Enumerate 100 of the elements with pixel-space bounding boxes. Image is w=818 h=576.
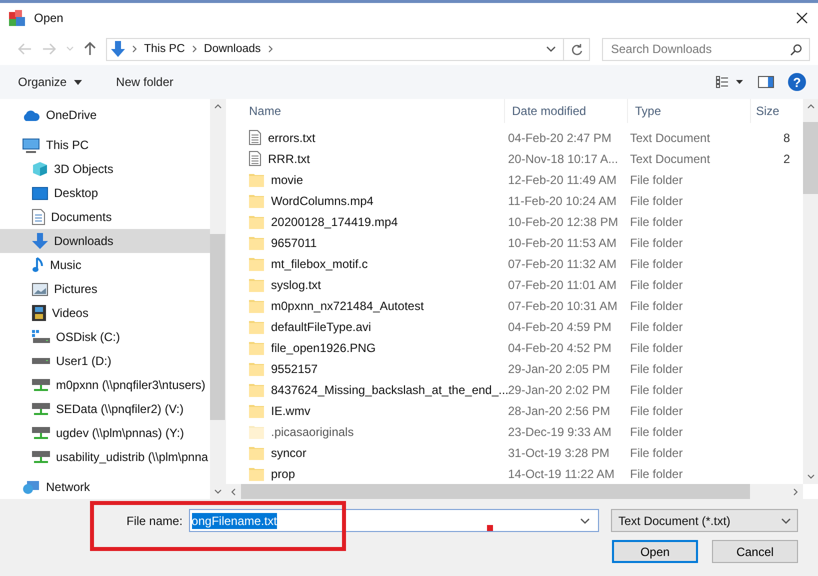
address-bar[interactable]: This PC Downloads [106, 38, 590, 60]
scroll-left-icon[interactable] [231, 488, 236, 496]
dropdown-caret-icon[interactable] [546, 46, 556, 52]
scroll-down-icon[interactable] [806, 474, 814, 479]
file-name[interactable]: errors.txt [268, 130, 316, 144]
file-name[interactable]: movie [271, 172, 304, 186]
file-name[interactable]: WordColumns.mp4 [271, 194, 374, 208]
sidebar-item[interactable]: Documents [0, 205, 210, 229]
file-name[interactable]: IE.wmv [271, 404, 310, 418]
help-icon[interactable]: ? [788, 73, 806, 91]
date-modified-cell-text: 31-Oct-19 3:28 PM [507, 446, 610, 460]
sidebar-item-label: This PC [46, 138, 89, 152]
folder-icon [249, 236, 264, 250]
file-size-cell: 8 [783, 130, 790, 144]
sidebar-item-label: OneDrive [46, 108, 97, 122]
dropdown-caret-icon[interactable] [580, 518, 590, 524]
scrollbar-thumb[interactable] [241, 484, 750, 499]
cube-icon [32, 161, 48, 177]
file-name-field[interactable]: ongFilename.txt [188, 509, 600, 532]
sidebar-item-label: User1 (D:) [56, 354, 112, 368]
file-type-cell-text: File folder [629, 278, 684, 292]
sidebar-item[interactable]: OSDisk (C:) [0, 325, 210, 349]
caret-icon [74, 80, 82, 86]
window-title: Open [34, 11, 64, 25]
network-drive-icon [32, 450, 50, 464]
download-arrow-icon [32, 233, 48, 249]
close-icon[interactable] [796, 12, 808, 24]
breadcrumb-link[interactable]: Downloads [204, 43, 261, 55]
sidebar-item[interactable]: Desktop [0, 181, 210, 205]
sidebar-item[interactable]: Videos [0, 301, 210, 325]
file-name[interactable]: prop [271, 466, 296, 480]
file-type-cell-text: File folder [629, 424, 684, 438]
file-type-cell-text: File folder [629, 172, 684, 186]
date-modified-cell-text: 04-Feb-20 4:52 PM [507, 340, 612, 354]
search-field[interactable]: Search Downloads [602, 38, 810, 60]
date-modified-cell-text: 04-Feb-20 2:47 PM [507, 130, 612, 144]
sidebar-item-label: m0pxnn (\\pnqfiler3\ntusers) [56, 378, 206, 392]
preview-pane-icon[interactable] [758, 76, 774, 88]
scroll-right-icon[interactable] [793, 488, 798, 496]
scrollbar-thumb[interactable] [210, 234, 225, 420]
sidebar-item[interactable]: m0pxnn (\\pnqfiler3\ntusers) [0, 373, 210, 397]
column-header[interactable]: Size [751, 99, 796, 123]
refresh-icon[interactable] [571, 42, 583, 56]
new-folder-button[interactable]: New folder [106, 71, 184, 93]
network-icon [22, 480, 40, 494]
open-button[interactable]: Open [612, 540, 698, 563]
sidebar-item[interactable]: Pictures [0, 277, 210, 301]
column-header[interactable]: Name [246, 99, 505, 123]
file-type-dropdown[interactable]: Text Document (*.txt) [611, 509, 798, 532]
file-type-cell-text: File folder [629, 362, 684, 376]
view-options-icon[interactable] [716, 76, 744, 88]
organize-menu-button[interactable]: Organize [8, 71, 92, 93]
file-name[interactable]: mt_filebox_motif.c [271, 256, 368, 270]
file-name[interactable]: 8437624_Missing_backslash_at_the_end_... [271, 382, 509, 396]
sidebar-item[interactable]: This PC [0, 133, 210, 157]
file-name[interactable]: .picasaoriginals [271, 424, 354, 438]
date-modified-cell-text: 12-Feb-20 11:49 AM [507, 172, 618, 186]
file-type-cell-text: Text Document [629, 130, 712, 144]
file-name[interactable]: 9657011 [271, 236, 317, 250]
up-arrow-icon[interactable] [84, 42, 96, 56]
column-header[interactable]: Date modified [505, 99, 628, 123]
column-header[interactable]: Type [628, 99, 751, 123]
scrollbar-thumb[interactable] [803, 122, 818, 194]
folder-icon [249, 382, 264, 396]
file-type-cell-text: File folder [629, 236, 684, 250]
sidebar-item[interactable]: Music [0, 253, 210, 277]
breadcrumb-link[interactable]: This PC [144, 43, 185, 55]
chevron-icon [268, 45, 273, 53]
date-modified-cell-text: 20-Nov-18 10:17 A... [507, 152, 620, 166]
file-name[interactable]: file_open1926.PNG [271, 340, 376, 354]
file-name[interactable]: syslog.txt [271, 278, 322, 292]
file-name[interactable]: m0pxnn_nx721484_Autotest [271, 298, 424, 312]
file-name[interactable]: RRR.txt [268, 152, 310, 166]
sidebar-item-label: Videos [52, 306, 88, 320]
drive-icon [32, 358, 50, 364]
scroll-up-icon[interactable] [806, 104, 814, 109]
folder-icon [249, 424, 264, 438]
file-name[interactable]: 20200128_174419.mp4 [271, 214, 398, 228]
file-type-cell-text: File folder [629, 320, 684, 334]
sidebar-item[interactable]: User1 (D:) [0, 349, 210, 373]
sidebar-item[interactable]: ugdev (\\plm\pnnas) (Y:) [0, 421, 210, 445]
scroll-down-icon[interactable] [214, 489, 222, 494]
folder-icon [249, 214, 264, 228]
sidebar-item[interactable]: usability_udistrib (\\plm\pnna [0, 445, 210, 469]
computer-icon [22, 138, 40, 152]
music-note-icon [32, 257, 44, 273]
file-name[interactable]: 9552157 [271, 362, 318, 376]
cancel-button[interactable]: Cancel [712, 540, 798, 563]
file-name[interactable]: syncor [271, 446, 306, 460]
sidebar-item[interactable]: 3D Objects [0, 157, 210, 181]
file-type-cell-text: File folder [629, 446, 684, 460]
sidebar-item[interactable]: OneDrive [0, 103, 210, 127]
sidebar-item-label: usability_udistrib (\\plm\pnna [56, 450, 208, 464]
sidebar-item[interactable]: Network [0, 475, 210, 499]
file-name[interactable]: defaultFileType.avi [271, 320, 372, 334]
system-drive-icon [32, 330, 50, 344]
scroll-up-icon[interactable] [214, 104, 222, 109]
sidebar-item[interactable]: SEData (\\pnqfiler2) (V:) [0, 397, 210, 421]
sidebar-item-label: Desktop [54, 186, 98, 200]
sidebar-item[interactable]: Downloads [0, 229, 210, 253]
